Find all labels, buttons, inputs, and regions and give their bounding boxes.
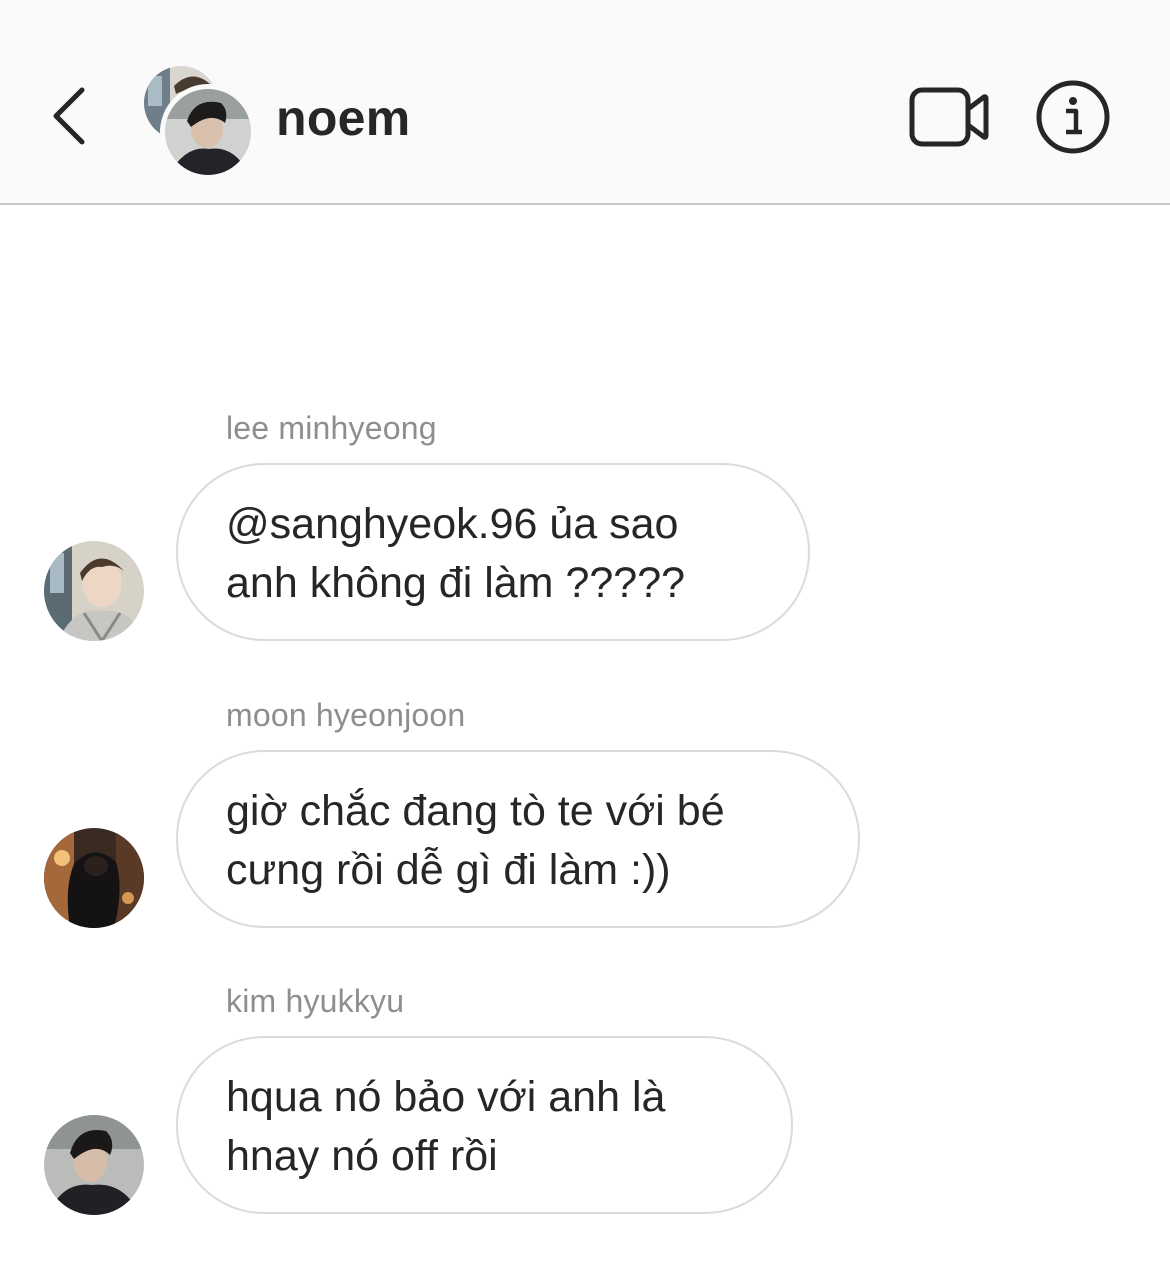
video-call-button[interactable] xyxy=(906,82,992,152)
chat-header: noem xyxy=(0,0,1170,205)
sender-name: kim hyukkyu xyxy=(226,983,405,1019)
info-icon xyxy=(1036,80,1110,154)
avatar-front xyxy=(160,84,256,180)
avatar[interactable] xyxy=(44,541,144,641)
chevron-left-icon xyxy=(53,87,85,145)
avatar[interactable] xyxy=(44,828,144,928)
sender-name: lee minhyeong xyxy=(226,410,437,446)
avatar[interactable] xyxy=(44,1115,144,1215)
video-camera-icon xyxy=(909,87,989,147)
message-bubble[interactable]: giờ chắc đang tò te với bé cưng rồi dễ g… xyxy=(176,750,860,928)
message-bubble[interactable]: hqua nó bảo với anh là hnay nó off rồi xyxy=(176,1036,793,1214)
sender-name: moon hyeonjoon xyxy=(226,697,466,733)
chat-title[interactable]: noem xyxy=(276,88,411,148)
group-avatar[interactable] xyxy=(140,64,256,180)
back-button[interactable] xyxy=(40,78,100,154)
message-bubble[interactable]: @sanghyeok.96 ủa sao anh không đi làm ??… xyxy=(176,463,810,641)
info-button[interactable] xyxy=(1034,78,1112,156)
